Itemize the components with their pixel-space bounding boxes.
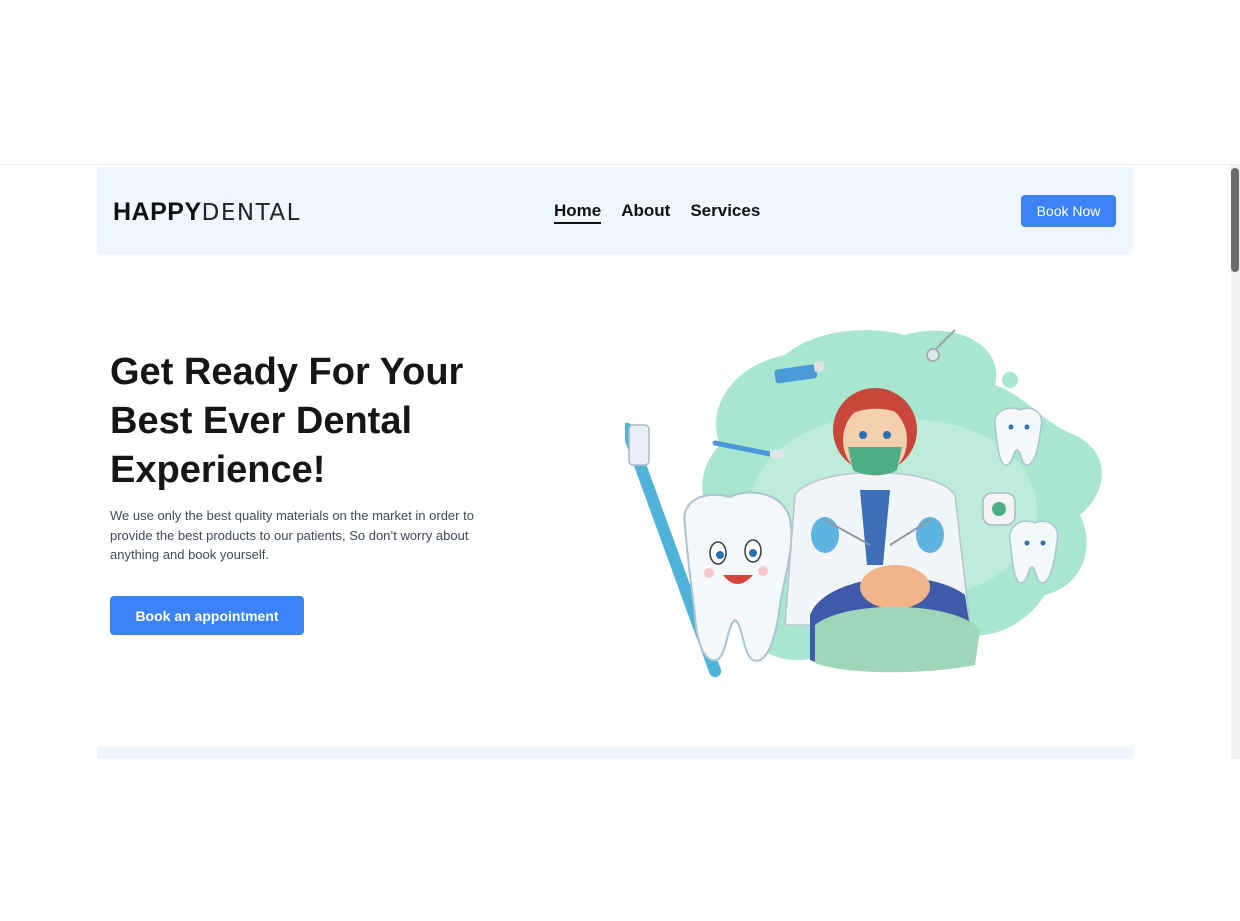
page-viewport: HAPPYDENTAL Home About Services Book Now…: [0, 164, 1240, 759]
hero-title: Get Ready For Your Best Ever Dental Expe…: [110, 351, 464, 491]
scrollbar[interactable]: [1231, 165, 1240, 759]
next-section-edge: [97, 747, 1133, 759]
mint-dot: [718, 403, 732, 417]
dental-floss-icon: [982, 492, 1016, 526]
main-nav: Home About Services: [554, 201, 760, 224]
hero-description: We use only the best quality materials o…: [110, 508, 474, 562]
navbar: HAPPYDENTAL Home About Services Book Now: [97, 167, 1133, 255]
brand-logo-strong: HAPPY: [113, 198, 202, 226]
mint-dot: [1002, 372, 1018, 388]
brand-logo[interactable]: HAPPYDENTAL: [113, 198, 301, 227]
dentist-illustration: [625, 329, 1102, 678]
book-appointment-button[interactable]: Book an appointment: [110, 596, 304, 635]
book-now-button[interactable]: Book Now: [1021, 195, 1116, 227]
nav-link-services[interactable]: Services: [690, 201, 760, 224]
brand-logo-light: DENTAL: [201, 200, 301, 226]
mint-dot: [1073, 453, 1087, 467]
scrollbar-thumb[interactable]: [1231, 168, 1239, 272]
nav-link-about[interactable]: About: [621, 201, 670, 224]
nav-link-home[interactable]: Home: [554, 201, 602, 224]
